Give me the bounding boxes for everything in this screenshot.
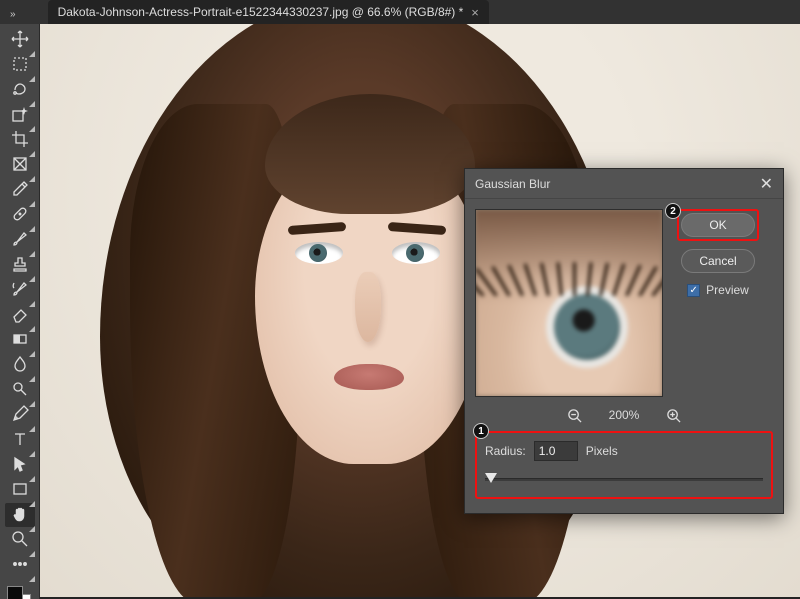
bandaid-icon xyxy=(11,205,29,226)
type-icon xyxy=(11,430,29,451)
radius-unit-label: Pixels xyxy=(586,444,618,458)
foreground-swatch[interactable] xyxy=(7,586,23,599)
dots-icon xyxy=(11,555,29,576)
document-tab-label: Dakota-Johnson-Actress-Portrait-e1522344… xyxy=(58,5,464,19)
dialog-titlebar[interactable]: Gaussian Blur ✕ xyxy=(465,169,783,199)
dialog-title: Gaussian Blur xyxy=(475,177,550,191)
callout-badge-2: 2 xyxy=(665,203,681,219)
history-brush-tool[interactable] xyxy=(5,278,35,302)
cancel-button[interactable]: Cancel xyxy=(681,249,755,273)
eyedropper-icon xyxy=(11,180,29,201)
gradient-icon xyxy=(11,330,29,351)
zoom-tool[interactable] xyxy=(5,528,35,552)
history-brush-icon xyxy=(11,280,29,301)
rect-icon xyxy=(11,480,29,501)
zoom-in-icon[interactable] xyxy=(665,407,681,423)
preview-zoom-bar: 200% xyxy=(465,401,783,429)
arrow-icon xyxy=(11,455,29,476)
brush-tool[interactable] xyxy=(5,228,35,252)
blur-preview[interactable] xyxy=(475,209,663,397)
path-select-tool[interactable] xyxy=(5,453,35,477)
brush-icon xyxy=(11,230,29,251)
lasso-tool[interactable] xyxy=(5,78,35,102)
hand-tool[interactable] xyxy=(5,503,35,527)
eyedropper-tool[interactable] xyxy=(5,178,35,202)
zoom-level-label: 200% xyxy=(609,408,640,422)
eraser-tool[interactable] xyxy=(5,303,35,327)
checkbox-icon: ✓ xyxy=(687,284,700,297)
document-tab[interactable]: Dakota-Johnson-Actress-Portrait-e1522344… xyxy=(48,0,489,24)
frame-icon xyxy=(11,155,29,176)
close-tab-icon[interactable]: × xyxy=(471,5,479,20)
radius-control-group: 1 Radius: Pixels xyxy=(475,431,773,499)
pen-icon xyxy=(11,405,29,426)
dodge-tool[interactable] xyxy=(5,378,35,402)
document-tabbar: » Dakota-Johnson-Actress-Portrait-e15223… xyxy=(0,0,800,24)
pen-tool[interactable] xyxy=(5,403,35,427)
healing-brush-tool[interactable] xyxy=(5,203,35,227)
stamp-icon xyxy=(11,255,29,276)
expand-panels-icon[interactable]: » xyxy=(8,5,18,24)
ok-button[interactable]: OK xyxy=(681,213,755,237)
ok-highlight: OK xyxy=(677,209,759,241)
gradient-tool[interactable] xyxy=(5,328,35,352)
lollipop-icon xyxy=(11,380,29,401)
edit-toolbar[interactable] xyxy=(5,553,35,577)
rectangle-tool[interactable] xyxy=(5,478,35,502)
type-tool[interactable] xyxy=(5,428,35,452)
marquee-icon xyxy=(11,55,29,76)
clone-stamp-tool[interactable] xyxy=(5,253,35,277)
frame-tool[interactable] xyxy=(5,153,35,177)
move-icon xyxy=(11,30,29,51)
preview-checkbox-label: Preview xyxy=(706,283,749,297)
callout-badge-1: 1 xyxy=(473,423,489,439)
color-swatches[interactable] xyxy=(5,586,35,599)
radius-label: Radius: xyxy=(485,444,526,458)
hand-icon xyxy=(11,505,29,526)
eraser-icon xyxy=(11,305,29,326)
close-dialog-icon[interactable]: ✕ xyxy=(760,174,773,194)
blur-tool[interactable] xyxy=(5,353,35,377)
zoom-out-icon[interactable] xyxy=(567,407,583,423)
crop-tool[interactable] xyxy=(5,128,35,152)
droplet-icon xyxy=(11,355,29,376)
tools-panel xyxy=(0,24,40,599)
radius-input[interactable] xyxy=(534,441,578,461)
move-tool[interactable] xyxy=(5,28,35,52)
marquee-tool[interactable] xyxy=(5,53,35,77)
quick-select-tool[interactable] xyxy=(5,103,35,127)
wand-rect-icon xyxy=(11,105,29,126)
zoom-icon xyxy=(11,530,29,551)
preview-checkbox[interactable]: ✓ Preview xyxy=(687,283,749,297)
radius-slider[interactable] xyxy=(485,473,763,485)
app-root: » Dakota-Johnson-Actress-Portrait-e15223… xyxy=(0,0,800,599)
lasso-icon xyxy=(11,80,29,101)
crop-icon xyxy=(11,130,29,151)
gaussian-blur-dialog: Gaussian Blur ✕ 2 OK Cancel ✓ xyxy=(464,168,784,514)
